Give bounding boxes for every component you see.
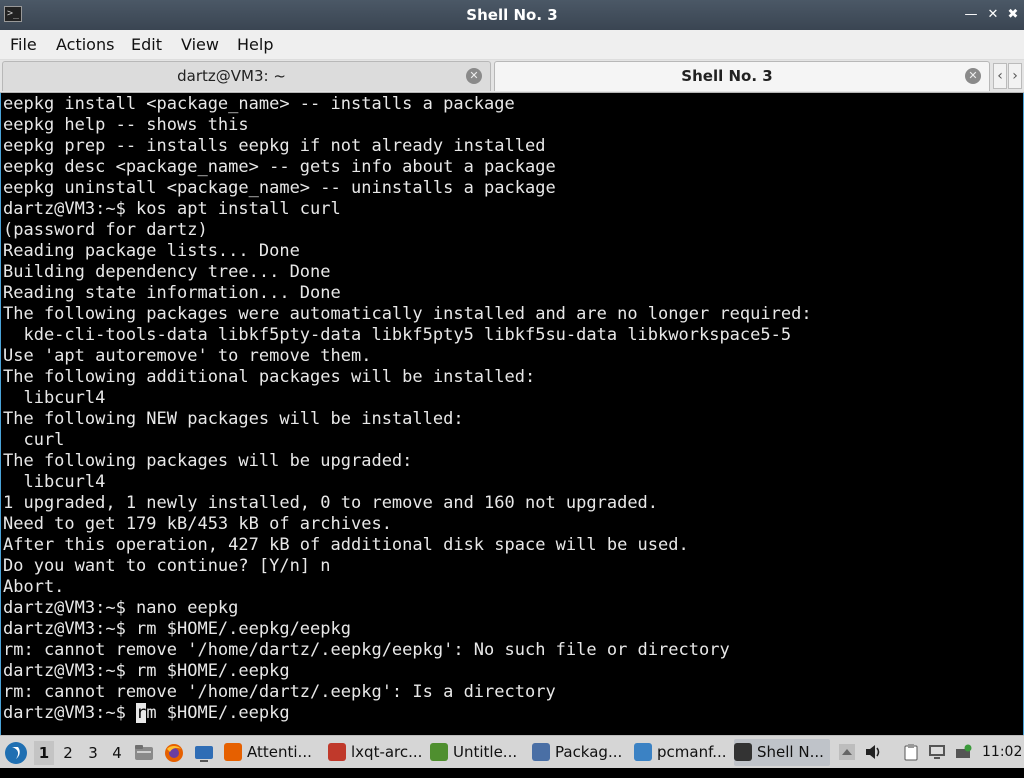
terminal-line: kde-cli-tools-data libkf5pty-data libkf5… <box>3 325 792 345</box>
terminal-line: eepkg install <package_name> -- installs… <box>3 94 515 114</box>
terminal-line: 1 upgraded, 1 newly installed, 0 to remo… <box>3 493 659 513</box>
scroll-up-icon[interactable] <box>838 743 856 761</box>
terminal-line: dartz@VM3:~$ rm $HOME/.eepkg/eepkg <box>3 619 351 639</box>
taskbar-task[interactable]: Attenti... <box>224 739 324 766</box>
terminal-prompt-line[interactable]: dartz@VM3:~$ rm $HOME/.eepkg <box>3 703 812 724</box>
firefox-icon <box>224 743 242 761</box>
terminal-line: dartz@VM3:~$ kos apt install curl <box>3 199 341 219</box>
window-title: Shell No. 3 <box>466 6 558 24</box>
desktop-1-button[interactable]: 1 <box>34 741 54 765</box>
tab-shell-no-3[interactable]: Shell No. 3 ✕ <box>494 61 990 91</box>
terminal-line: eepkg desc <package_name> -- gets info a… <box>3 157 556 177</box>
terminal-line: Do you want to continue? [Y/n] n <box>3 556 331 576</box>
terminal-output[interactable]: eepkg install <package_name> -- installs… <box>0 93 1024 735</box>
volume-icon[interactable] <box>864 743 882 761</box>
menu-file[interactable]: File <box>10 30 37 60</box>
taskbar-task[interactable]: Shell N... <box>734 739 830 766</box>
taskbar: 1234 Attenti... lxqt-arc... Untitle... Pack… <box>0 735 1024 768</box>
window-titlebar[interactable]: >_ Shell No. 3 — ✕ ✖ <box>0 0 1024 30</box>
terminal-line: (password for dartz) <box>3 220 208 240</box>
terminal-line: The following NEW packages will be insta… <box>3 409 464 429</box>
tab-close-icon[interactable]: ✕ <box>965 68 981 84</box>
terminal-line: rm: cannot remove '/home/dartz/.eepkg/ee… <box>3 640 730 660</box>
tab-close-icon[interactable]: ✕ <box>466 68 482 84</box>
menu-actions[interactable]: Actions <box>56 30 114 60</box>
clock[interactable]: 11:02 <box>982 736 1022 769</box>
taskbar-task[interactable]: lxqt-arc... <box>328 739 426 766</box>
text-editor-icon <box>430 743 448 761</box>
file-manager-icon[interactable] <box>134 743 154 763</box>
terminal-line: libcurl4 <box>3 388 106 408</box>
desktop-2-button[interactable]: 2 <box>58 741 78 765</box>
terminal-line: Reading package lists... Done <box>3 241 300 261</box>
tab-dartz-home[interactable]: dartz@VM3: ~ ✕ <box>2 61 491 91</box>
clipboard-icon[interactable] <box>902 743 920 761</box>
archiver-icon <box>328 743 346 761</box>
menu-edit[interactable]: Edit <box>131 30 162 60</box>
terminal-line: Reading state information... Done <box>3 283 341 303</box>
menu-view[interactable]: View <box>181 30 219 60</box>
desktop-4-button[interactable]: 4 <box>107 741 127 765</box>
terminal-line: Abort. <box>3 577 65 597</box>
terminal-line: libcurl4 <box>3 472 106 492</box>
terminal-line: The following additional packages will b… <box>3 367 536 387</box>
taskbar-task[interactable]: pcmanf... <box>634 739 730 766</box>
taskbar-task-label: Untitle... <box>453 743 518 761</box>
terminal-line: The following packages will be upgraded: <box>3 451 413 471</box>
terminal-line: Use 'apt autoremove' to remove them. <box>3 346 372 366</box>
taskbar-task[interactable]: Packag... <box>532 739 630 766</box>
terminal-line: eepkg prep -- installs eepkg if not alre… <box>3 136 546 156</box>
prompt-text: dartz@VM3:~$ <box>3 703 137 723</box>
screen-icon[interactable] <box>928 743 946 761</box>
minimize-icon[interactable]: — <box>962 6 980 24</box>
terminal-line: rm: cannot remove '/home/dartz/.eepkg': … <box>3 682 556 702</box>
tab-label: dartz@VM3: ~ <box>177 67 286 85</box>
terminal-icon <box>734 743 752 761</box>
command-text: m $HOME/.eepkg <box>146 703 290 723</box>
folder-icon <box>634 743 652 761</box>
firefox-launcher-icon[interactable] <box>164 743 184 763</box>
network-icon[interactable] <box>954 743 972 761</box>
maximize-icon[interactable]: ✕ <box>984 6 1002 24</box>
terminal-line: After this operation, 427 kB of addition… <box>3 535 689 555</box>
terminal-line: eepkg uninstall <package_name> -- uninst… <box>3 178 556 198</box>
start-menu-icon[interactable] <box>4 741 28 765</box>
terminal-line: The following packages were automaticall… <box>3 304 812 324</box>
terminal-line: Building dependency tree... Done <box>3 262 331 282</box>
tab-scroll-right-icon[interactable]: › <box>1008 63 1022 89</box>
package-manager-icon <box>532 743 550 761</box>
terminal-line: dartz@VM3:~$ nano eepkg <box>3 598 239 618</box>
terminal-line: Need to get 179 kB/453 kB of archives. <box>3 514 392 534</box>
taskbar-task-label: Shell N... <box>757 743 824 761</box>
tab-label: Shell No. 3 <box>681 67 773 85</box>
taskbar-task-label: Packag... <box>555 743 623 761</box>
terminal-line: curl <box>3 430 65 450</box>
close-icon[interactable]: ✖ <box>1004 6 1022 24</box>
tab-bar: dartz@VM3: ~ ✕ Shell No. 3 ✕ ‹ › <box>0 60 1024 93</box>
taskbar-task-label: pcmanf... <box>657 743 727 761</box>
desktop-3-button[interactable]: 3 <box>83 741 103 765</box>
text-cursor: r <box>136 703 147 723</box>
menu-help[interactable]: Help <box>237 30 273 60</box>
terminal-lines: eepkg install <package_name> -- installs… <box>3 94 812 724</box>
terminal-line: eepkg help -- shows this <box>3 115 249 135</box>
menu-bar: File Actions Edit View Help <box>0 30 1024 60</box>
taskbar-task-label: Attenti... <box>247 743 312 761</box>
show-desktop-icon[interactable] <box>194 743 214 763</box>
taskbar-task-label: lxqt-arc... <box>351 743 423 761</box>
terminal-line: dartz@VM3:~$ rm $HOME/.eepkg <box>3 661 290 681</box>
tab-scroll-left-icon[interactable]: ‹ <box>993 63 1007 89</box>
taskbar-task[interactable]: Untitle... <box>430 739 528 766</box>
